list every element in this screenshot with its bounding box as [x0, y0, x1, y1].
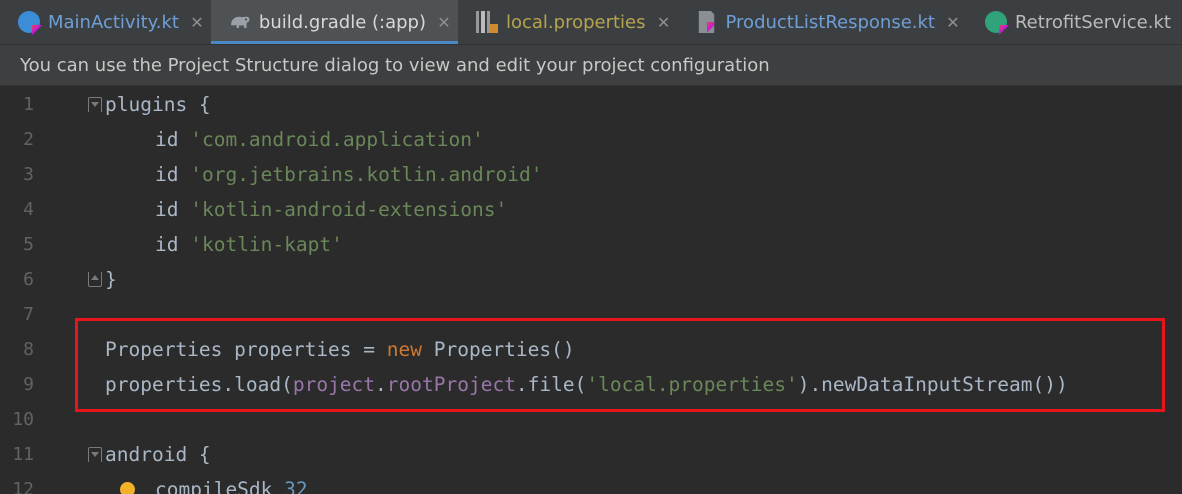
code-text: android {	[105, 437, 211, 472]
tab-label: RetrofitService.kt	[1014, 11, 1171, 33]
code-line: 11 android {	[0, 437, 1182, 472]
line-number: 8	[23, 339, 34, 360]
tab-label: local.properties	[505, 11, 646, 33]
code-editor[interactable]: 1 plugins { 2 id 'com.android.applicatio…	[0, 87, 1182, 494]
line-number: 11	[12, 444, 34, 465]
code-text: id 'kotlin-kapt'	[155, 227, 343, 262]
code-token: properties.load(	[105, 373, 293, 396]
code-token: android {	[105, 443, 211, 466]
close-icon[interactable]: ✕	[436, 13, 452, 32]
line-number: 5	[23, 234, 34, 255]
line-number: 6	[23, 269, 34, 290]
code-token: ).newDataInputStream())	[797, 373, 1068, 396]
gradle-elephant-icon	[229, 11, 251, 33]
code-token: compileSdk	[155, 478, 285, 494]
code-token: Properties properties =	[105, 338, 387, 361]
line-number: 1	[23, 94, 34, 115]
code-line: 2 id 'com.android.application'	[0, 122, 1182, 157]
number-token: 32	[284, 478, 308, 494]
code-token: id	[155, 198, 179, 221]
fold-icon[interactable]	[88, 97, 102, 112]
line-number: 4	[23, 199, 34, 220]
code-line: 4 id 'kotlin-android-extensions'	[0, 192, 1182, 227]
lightbulb-icon[interactable]	[120, 482, 135, 494]
fold-icon[interactable]	[88, 272, 102, 287]
line-number: 7	[23, 304, 34, 325]
code-text: id 'kotlin-android-extensions'	[155, 192, 507, 227]
code-line: 10	[0, 402, 1182, 437]
close-icon[interactable]: ✕	[945, 13, 961, 32]
code-token: id	[155, 163, 179, 186]
code-line: 9 properties.load(project.rootProject.fi…	[0, 367, 1182, 402]
tab-local-properties[interactable]: local.properties ✕	[458, 0, 678, 44]
tab-label: ProductListResponse.kt	[725, 11, 935, 33]
code-token: .file(	[515, 373, 587, 396]
tab-main-activity[interactable]: MainActivity.kt ✕	[0, 0, 211, 44]
fold-icon[interactable]	[88, 447, 102, 462]
property-token: rootProject	[386, 373, 516, 396]
code-line: 5 id 'kotlin-kapt'	[0, 227, 1182, 262]
line-number: 2	[23, 129, 34, 150]
keyword-token: new	[386, 338, 422, 361]
line-number: 3	[23, 164, 34, 185]
string-literal: 'local.properties'	[586, 373, 798, 396]
code-line: 7	[0, 297, 1182, 332]
close-icon[interactable]: ✕	[189, 13, 205, 32]
tab-retrofit-service[interactable]: RetrofitService.kt ✕	[967, 0, 1182, 44]
code-token: plugins {	[105, 93, 211, 116]
code-text: Properties properties = new Properties()	[105, 332, 575, 367]
project-structure-notice: You can use the Project Structure dialog…	[0, 45, 1182, 86]
tab-label: build.gradle (:app)	[258, 11, 426, 33]
property-token: project	[292, 373, 376, 396]
line-number: 10	[12, 409, 34, 430]
code-token: id	[155, 128, 179, 151]
code-token: id	[155, 233, 179, 256]
tab-label: MainActivity.kt	[48, 11, 179, 33]
code-token: }	[105, 268, 117, 291]
tab-build-gradle[interactable]: build.gradle (:app) ✕	[210, 0, 459, 44]
kotlin-class-icon	[18, 11, 40, 33]
code-line: 3 id 'org.jetbrains.kotlin.android'	[0, 157, 1182, 192]
code-text: id 'com.android.application'	[155, 122, 484, 157]
properties-file-icon	[475, 11, 498, 33]
string-literal: 'com.android.application'	[190, 128, 484, 151]
line-number: 12	[12, 479, 34, 494]
string-literal: 'org.jetbrains.kotlin.android'	[190, 163, 543, 186]
code-text: compileSdk 32	[155, 472, 308, 494]
code-token: .	[375, 373, 387, 396]
code-line: 6 }	[0, 262, 1182, 297]
code-token: Properties()	[422, 338, 575, 361]
editor-tab-bar: MainActivity.kt ✕ build.gradle (:app) ✕ …	[0, 0, 1182, 45]
code-text: plugins {	[105, 87, 211, 122]
code-text: properties.load(project.rootProject.file…	[105, 367, 1068, 402]
string-literal: 'kotlin-kapt'	[190, 233, 343, 256]
kotlin-file-icon	[698, 11, 715, 33]
tab-product-list-response[interactable]: ProductListResponse.kt ✕	[678, 0, 967, 44]
code-text: id 'org.jetbrains.kotlin.android'	[155, 157, 542, 192]
close-icon[interactable]: ✕	[656, 13, 672, 32]
line-number: 9	[23, 374, 34, 395]
string-literal: 'kotlin-android-extensions'	[190, 198, 508, 221]
code-line: 1 plugins {	[0, 87, 1182, 122]
code-line: 8 Properties properties = new Properties…	[0, 332, 1182, 367]
code-text: }	[105, 262, 117, 297]
kotlin-interface-icon	[984, 11, 1007, 33]
code-line: 12 compileSdk 32	[0, 472, 1182, 494]
